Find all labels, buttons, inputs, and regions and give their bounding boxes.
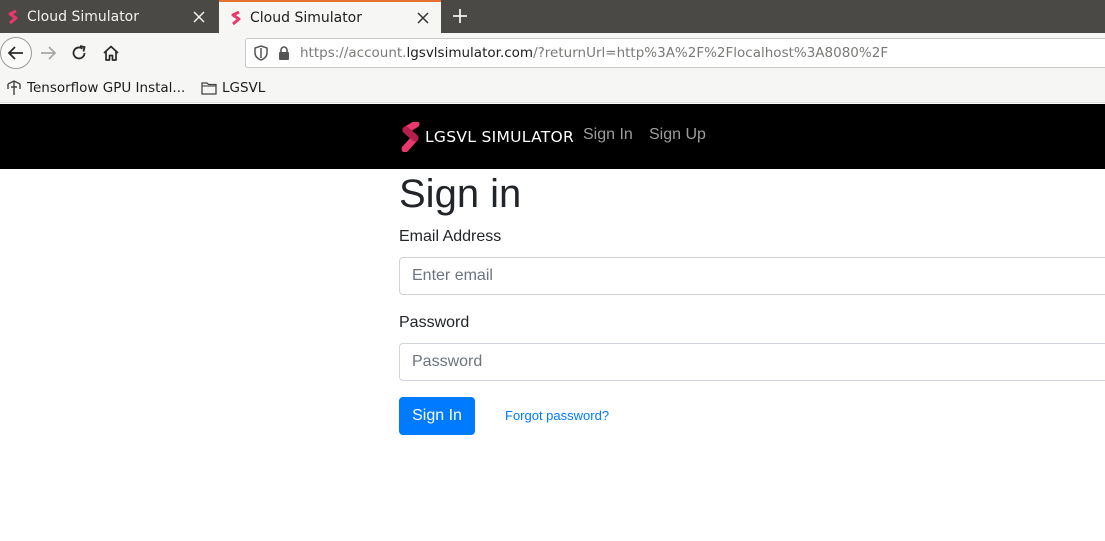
tracking-protection-shield-icon[interactable] bbox=[252, 44, 270, 62]
tab-title: Cloud Simulator bbox=[250, 9, 363, 26]
bookmark-label: LGSVL bbox=[222, 80, 266, 96]
secure-lock-icon[interactable] bbox=[276, 44, 292, 62]
forgot-password-link[interactable]: Forgot password? bbox=[505, 408, 609, 423]
url-text[interactable]: https://account.lgsvlsimulator.com/?retu… bbox=[300, 45, 888, 61]
url-host: lgsvlsimulator.com bbox=[406, 45, 534, 61]
forward-arrow-icon bbox=[41, 46, 57, 60]
email-label: Email Address bbox=[399, 228, 502, 245]
close-tab-icon[interactable] bbox=[190, 8, 208, 26]
browser-nav-bar: https://account.lgsvlsimulator.com/?retu… bbox=[0, 33, 1105, 73]
lgsvl-logo-icon bbox=[401, 122, 420, 152]
nav-sign-up-link[interactable]: Sign Up bbox=[649, 126, 706, 148]
lgsvl-favicon-icon bbox=[228, 10, 244, 26]
site-header: LGSVL SIMULATOR Sign In Sign Up bbox=[0, 104, 1105, 169]
tab-title: Cloud Simulator bbox=[27, 8, 140, 25]
email-field[interactable] bbox=[399, 257, 1105, 295]
new-tab-icon[interactable] bbox=[449, 5, 471, 27]
address-bar[interactable]: https://account.lgsvlsimulator.com/?retu… bbox=[245, 38, 1105, 68]
back-arrow-icon bbox=[7, 46, 23, 60]
folder-icon bbox=[201, 80, 217, 96]
home-button[interactable] bbox=[96, 38, 126, 68]
password-field[interactable] bbox=[399, 343, 1105, 381]
back-button[interactable] bbox=[0, 37, 32, 69]
url-path: /?returnUrl=http%3A%2F%2Flocalhost%3A808… bbox=[533, 45, 889, 61]
brand-link[interactable]: LGSVL SIMULATOR bbox=[399, 122, 574, 152]
brand-name: LGSVL SIMULATOR bbox=[425, 128, 575, 146]
close-tab-icon[interactable] bbox=[414, 9, 432, 27]
home-icon bbox=[103, 45, 119, 61]
bookmark-tensorflow[interactable]: Tensorflow GPU Instal... bbox=[6, 73, 185, 103]
password-label: Password bbox=[399, 314, 470, 331]
forward-button[interactable] bbox=[33, 38, 63, 68]
browser-tab[interactable]: Cloud Simulator bbox=[0, 0, 217, 33]
browser-tab-active[interactable]: Cloud Simulator bbox=[219, 0, 441, 33]
page-title: Sign in bbox=[399, 172, 522, 216]
bookmark-label: Tensorflow GPU Instal... bbox=[27, 80, 186, 96]
lgsvl-favicon-icon bbox=[5, 9, 21, 25]
bookmark-folder-lgsvl[interactable]: LGSVL bbox=[201, 73, 265, 103]
sign-in-button[interactable]: Sign In bbox=[399, 397, 475, 435]
url-scheme: https://account. bbox=[300, 45, 407, 61]
reload-icon bbox=[72, 45, 86, 60]
reload-button[interactable] bbox=[64, 38, 94, 68]
tensorflow-icon bbox=[6, 80, 22, 96]
browser-tab-strip: Cloud Simulator Cloud Simulator bbox=[0, 0, 1105, 33]
bookmarks-toolbar: Tensorflow GPU Instal... LGSVL bbox=[0, 73, 1105, 103]
nav-sign-in-link[interactable]: Sign In bbox=[583, 126, 633, 148]
